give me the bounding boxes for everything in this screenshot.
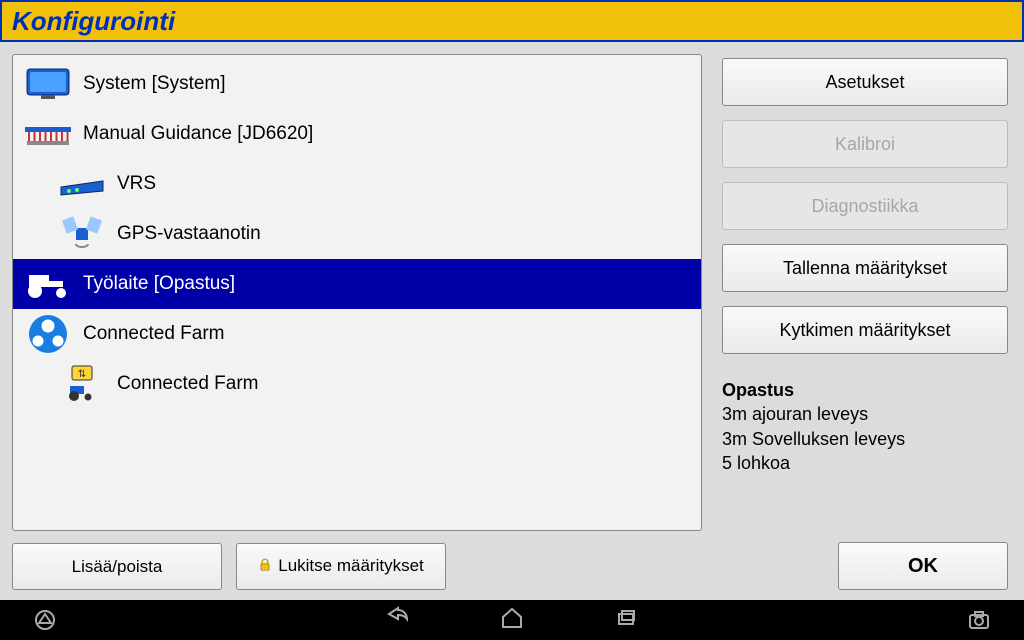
- detail-line: 5 lohkoa: [722, 451, 1008, 475]
- nav-camera-icon[interactable]: [934, 608, 1024, 632]
- page-title: Konfigurointi: [12, 6, 175, 37]
- save-config-button[interactable]: Tallenna määritykset: [722, 244, 1008, 292]
- ok-button[interactable]: OK: [838, 542, 1008, 590]
- tree-item-label: Connected Farm: [117, 373, 259, 395]
- tree-item-label: Manual Guidance [JD6620]: [83, 123, 313, 145]
- diagnostics-button: Diagnostiikka: [722, 182, 1008, 230]
- android-navbar: [0, 600, 1024, 640]
- detail-heading: Opastus: [722, 378, 1008, 402]
- tractor-sign-icon: ⇅: [55, 364, 109, 404]
- tree-item[interactable]: ⇅ Connected Farm: [13, 359, 701, 409]
- content-area: System [System] Manual Guidance [JD6620] V…: [0, 42, 1024, 600]
- tree-item[interactable]: VRS: [13, 159, 701, 209]
- nav-power-icon[interactable]: [0, 608, 90, 632]
- harrow-icon: [21, 114, 75, 154]
- tree-item[interactable]: Manual Guidance [JD6620]: [13, 109, 701, 159]
- tree-item-label: VRS: [117, 173, 156, 195]
- tree-item[interactable]: Työlaite [Opastus]: [13, 259, 701, 309]
- nav-recent-icon[interactable]: [614, 606, 638, 635]
- settings-button[interactable]: Asetukset: [722, 58, 1008, 106]
- switch-config-button[interactable]: Kytkimen määritykset: [722, 306, 1008, 354]
- detail-panel: Opastus 3m ajouran leveys 3m Sovelluksen…: [722, 378, 1008, 475]
- monitor-icon: [21, 64, 75, 104]
- receiver-icon: [55, 164, 109, 204]
- nav-home-icon[interactable]: [500, 606, 524, 635]
- lock-icon: [258, 557, 272, 577]
- lock-config-button[interactable]: Lukitse määritykset: [236, 543, 446, 590]
- tree-item[interactable]: Connected Farm: [13, 309, 701, 359]
- tree-item-label: Työlaite [Opastus]: [83, 273, 235, 295]
- tree-item-label: System [System]: [83, 73, 226, 95]
- tree-item-label: GPS-vastaanotin: [117, 223, 261, 245]
- nav-back-icon[interactable]: [386, 606, 410, 635]
- tree-item-label: Connected Farm: [83, 323, 225, 345]
- detail-line: 3m ajouran leveys: [722, 402, 1008, 426]
- left-actions: Lisää/poista Lukitse määritykset: [12, 543, 702, 590]
- titlebar: Konfigurointi: [0, 0, 1024, 42]
- svg-text:⇅: ⇅: [78, 369, 86, 380]
- tractor-icon: [21, 264, 75, 304]
- ok-wrap: OK: [722, 542, 1008, 590]
- satellite-icon: [55, 214, 109, 254]
- screen: Konfigurointi System [System] Manual Guid…: [0, 0, 1024, 640]
- tree-item[interactable]: System [System]: [13, 59, 701, 109]
- config-tree[interactable]: System [System] Manual Guidance [JD6620] V…: [12, 54, 702, 531]
- detail-line: 3m Sovelluksen leveys: [722, 427, 1008, 451]
- tree-item[interactable]: GPS-vastaanotin: [13, 209, 701, 259]
- add-remove-button[interactable]: Lisää/poista: [12, 543, 222, 590]
- globes-icon: [21, 314, 75, 354]
- lock-config-label: Lukitse määritykset: [278, 556, 424, 575]
- calibrate-button: Kalibroi: [722, 120, 1008, 168]
- left-column: System [System] Manual Guidance [JD6620] V…: [12, 54, 702, 590]
- right-column: Asetukset Kalibroi Diagnostiikka Tallenn…: [722, 54, 1008, 590]
